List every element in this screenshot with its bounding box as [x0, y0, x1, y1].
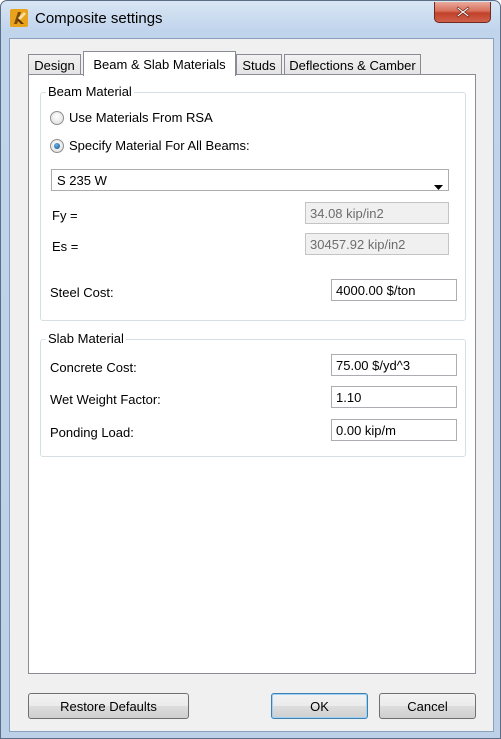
es-value: 30457.92 kip/in2: [310, 236, 406, 252]
wet-weight-factor-field[interactable]: 1.10: [331, 386, 457, 408]
tab-label: Deflections & Camber: [289, 57, 416, 73]
tab-label: Design: [34, 57, 75, 73]
ponding-load-field[interactable]: 0.00 kip/m: [331, 419, 457, 441]
fy-field: 34.08 kip/in2: [305, 202, 449, 224]
tab-studs[interactable]: Studs: [236, 54, 282, 75]
tab-panel: Beam Material Use Materials From RSA Spe…: [28, 74, 476, 674]
tab-deflections-camber[interactable]: Deflections & Camber: [284, 54, 421, 75]
tab-label: Studs: [242, 57, 276, 73]
tab-beam-slab-materials[interactable]: Beam & Slab Materials: [83, 51, 236, 76]
cancel-button[interactable]: Cancel: [379, 693, 476, 719]
ponding-load-label: Ponding Load:: [50, 425, 134, 440]
steel-cost-value: 4000.00 $/ton: [336, 282, 416, 298]
window-title: Composite settings: [35, 10, 163, 27]
ok-label: OK: [310, 698, 329, 714]
restore-defaults-button[interactable]: Restore Defaults: [28, 693, 189, 719]
es-label: Es =: [52, 239, 79, 254]
tab-design[interactable]: Design: [28, 54, 81, 75]
use-rsa-materials-label: Use Materials From RSA: [69, 110, 213, 125]
steel-cost-label: Steel Cost:: [50, 285, 114, 300]
chevron-down-icon: [434, 178, 443, 193]
steel-cost-field[interactable]: 4000.00 $/ton: [331, 279, 457, 301]
dialog-window: Composite settings Design Beam & Slab Ma…: [0, 0, 501, 739]
material-select-value: S 235 W: [57, 172, 107, 188]
ponding-load-value: 0.00 kip/m: [336, 422, 396, 438]
concrete-cost-label: Concrete Cost:: [50, 360, 137, 375]
title-bar[interactable]: Composite settings: [1, 1, 500, 37]
concrete-cost-value: 75.00 $/yd^3: [336, 357, 411, 373]
beam-material-group-label: Beam Material: [46, 84, 134, 99]
fy-value: 34.08 kip/in2: [310, 205, 384, 221]
specify-material-radio[interactable]: [50, 139, 64, 153]
cancel-label: Cancel: [407, 698, 448, 714]
ok-button[interactable]: OK: [271, 693, 368, 719]
close-button[interactable]: [434, 2, 491, 23]
specify-material-label: Specify Material For All Beams:: [69, 138, 250, 153]
es-field: 30457.92 kip/in2: [305, 233, 449, 255]
material-select[interactable]: S 235 W: [51, 169, 449, 191]
fy-label: Fy =: [52, 208, 78, 223]
use-rsa-materials-radio[interactable]: [50, 111, 64, 125]
concrete-cost-field[interactable]: 75.00 $/yd^3: [331, 354, 457, 376]
restore-defaults-label: Restore Defaults: [60, 698, 157, 714]
tab-label: Beam & Slab Materials: [93, 56, 226, 72]
dialog-client-area: Design Beam & Slab Materials Studs Defle…: [9, 38, 494, 732]
slab-material-group-label: Slab Material: [46, 331, 126, 346]
close-icon: [456, 6, 470, 18]
autodesk-robot-icon: [10, 9, 28, 27]
wet-weight-factor-value: 1.10: [336, 389, 362, 405]
wet-weight-factor-label: Wet Weight Factor:: [50, 392, 161, 407]
